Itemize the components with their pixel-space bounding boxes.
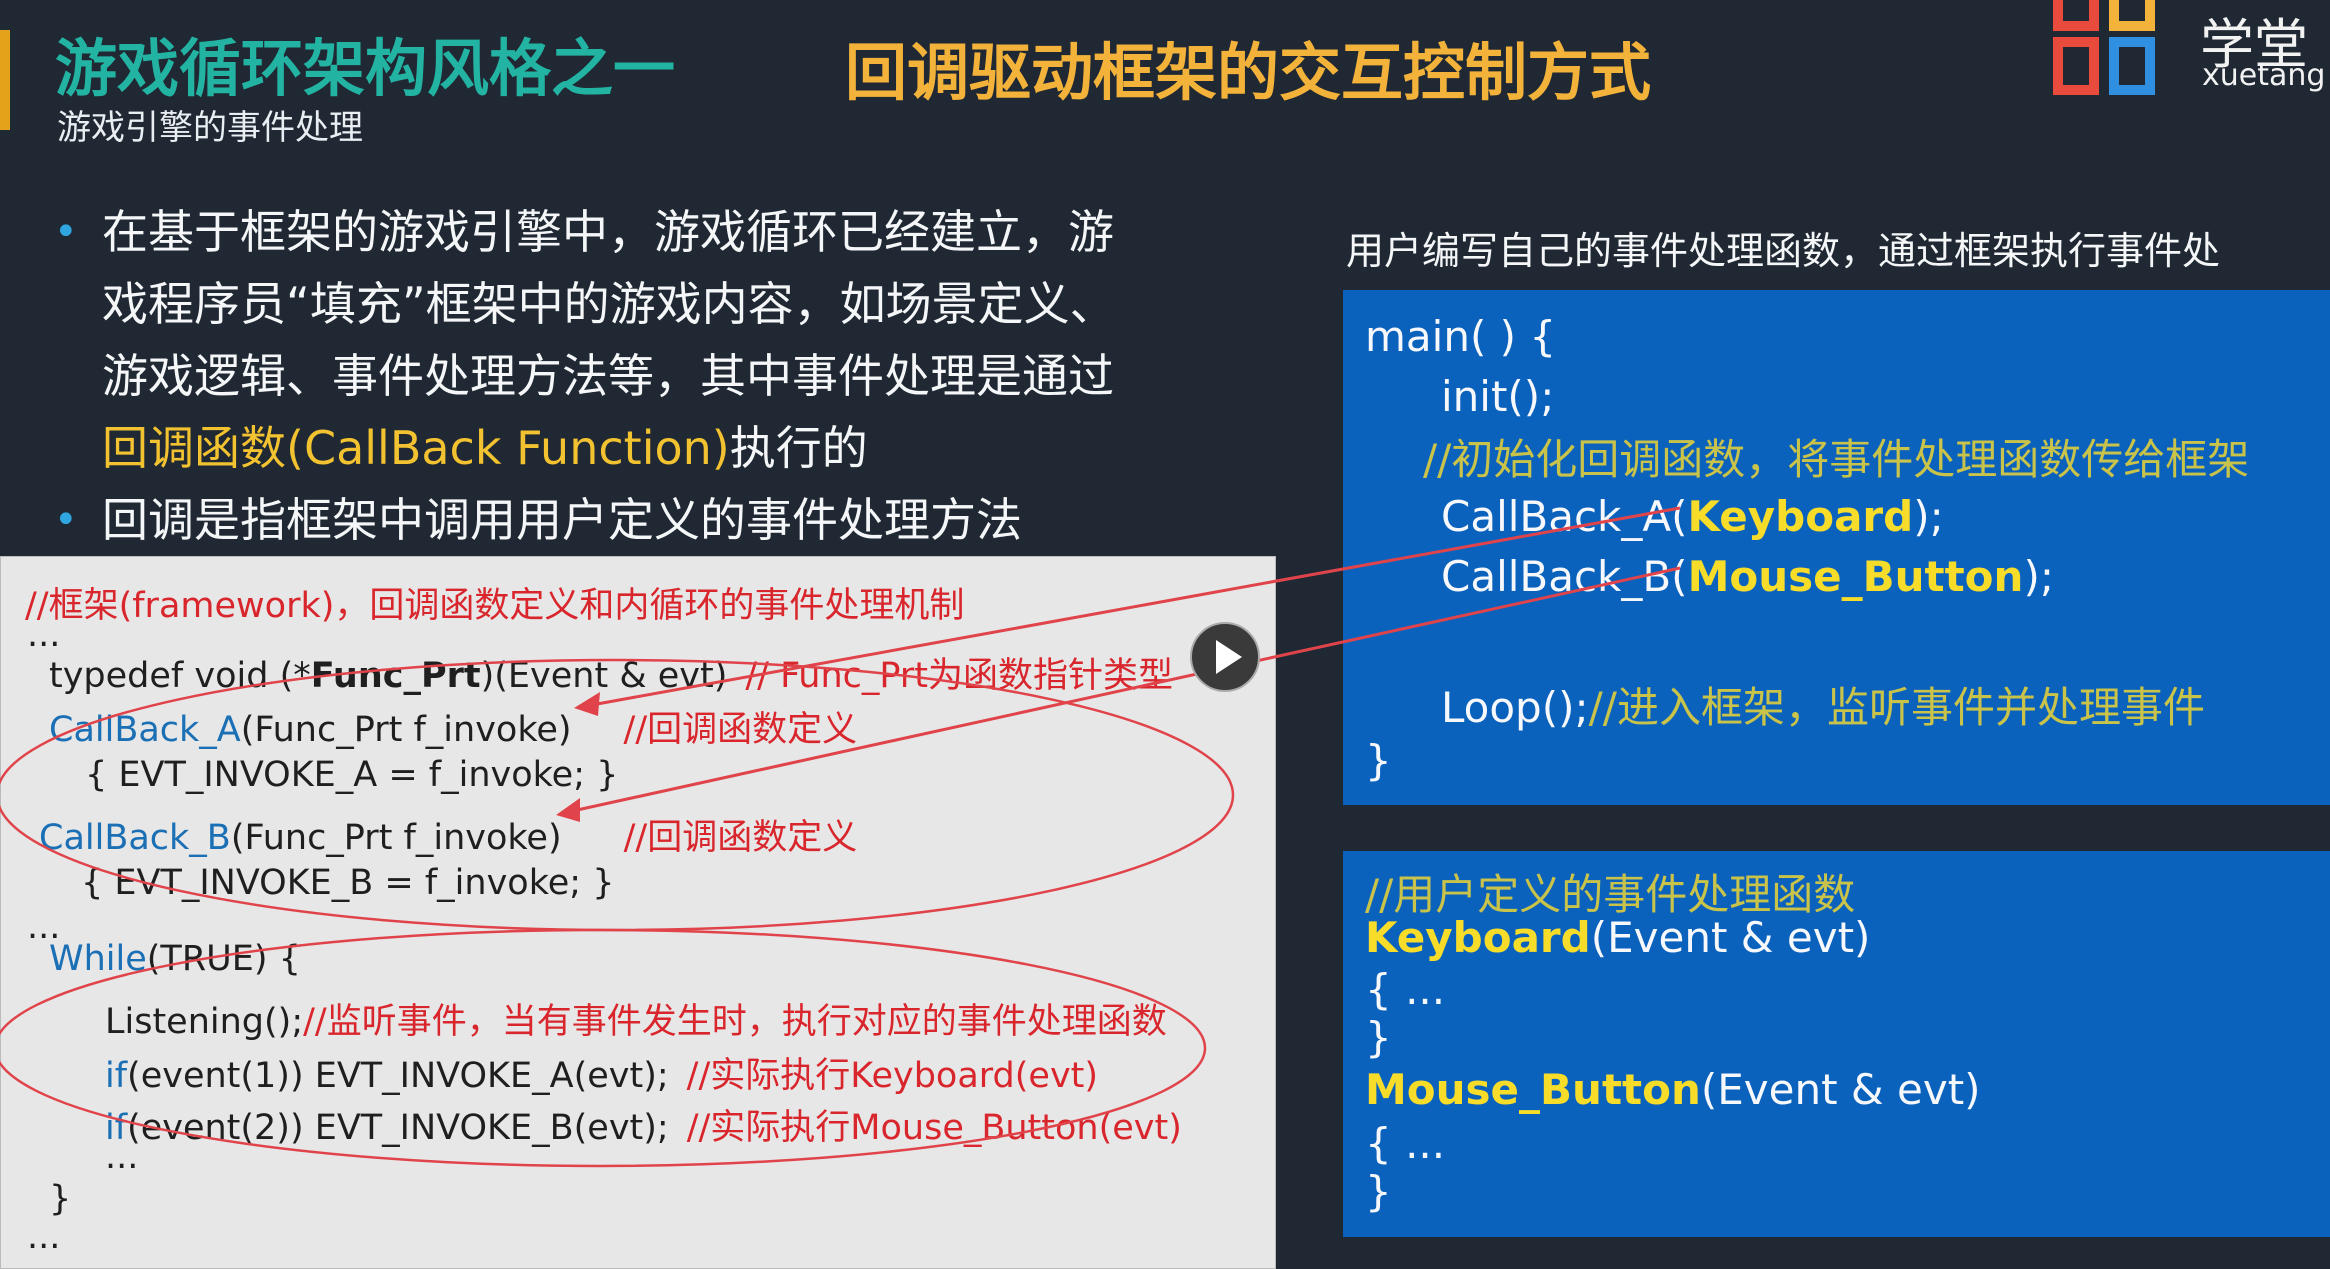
mouse-button-body-open: { ... — [1365, 1119, 1446, 1168]
code-comment: //框架(framework)，回调函数定义和内循环的事件处理机制 — [25, 586, 965, 626]
slide-title-highlight: 回调驱动框架的交互控制方式 — [845, 36, 1652, 109]
bullet-item: • 回调是指框架中调用用户定义的事件处理方法 — [50, 484, 1220, 556]
code-while: While(TRUE) { — [49, 939, 301, 979]
while-keyword: While — [49, 939, 147, 979]
mouse-button-body-close: } — [1365, 1167, 1392, 1216]
main-close-brace: } — [1365, 736, 1392, 785]
slide-title: 游戏循环架构风格之一 — [55, 32, 676, 105]
bullet-dot-icon: • — [54, 497, 78, 543]
callback-a-suffix: ); — [1913, 492, 1944, 541]
mouse-button-handler: Mouse_Button(Event & evt) — [1365, 1065, 1981, 1114]
listening-call: Listening(); — [105, 1002, 304, 1042]
play-button[interactable] — [1190, 622, 1260, 692]
callback-a-name: CallBack_A — [49, 710, 241, 750]
handlers-code-panel: //用户定义的事件处理函数 Keyboard(Event & evt) { ..… — [1343, 851, 2330, 1237]
main-signature: main( ) { — [1365, 312, 1557, 361]
bullet-text: 戏程序员“填充”框架中的游戏内容，如场景定义、 — [102, 277, 1116, 331]
keyboard-arg: Keyboard — [1687, 492, 1914, 541]
main-callback-b: CallBack_B(Mouse_Button); — [1441, 552, 2054, 601]
if2-comment: //实际执行Mouse_Button(evt) — [686, 1108, 1182, 1148]
slide-subtitle: 游戏引擎的事件处理 — [57, 108, 363, 148]
bullet-tail: 执行的 — [729, 421, 868, 475]
callback-b-suffix: ); — [2023, 552, 2054, 601]
logo-subtext: xuetang — [2202, 58, 2326, 93]
callback-b-call: CallBack_B( — [1441, 552, 1688, 601]
code-callback-b-body: { EVT_INVOKE_B = f_invoke; } — [81, 863, 615, 903]
callback-b-comment: //回调函数定义 — [623, 818, 858, 858]
code-callback-b: CallBack_B(Func_Prt f_invoke) //回调函数定义 — [39, 809, 857, 860]
typedef-name: Func_Prt — [310, 656, 481, 696]
mouse-button-name: Mouse_Button — [1365, 1065, 1701, 1114]
title-accent-bar — [0, 30, 10, 130]
code-ellipsis: ... — [27, 1217, 61, 1257]
callback-a-comment: //回调函数定义 — [623, 710, 858, 750]
loop-text: Loop(); — [1441, 683, 1589, 732]
listening-comment: //监听事件，当有事件发生时，执行对应的事件处理函数 — [303, 1002, 1167, 1042]
bullet-dot-icon: • — [54, 209, 78, 255]
typedef-suffix: )(Event & evt) — [480, 656, 728, 696]
code-close-brace: } — [49, 1179, 72, 1219]
bullet-text: 游戏逻辑、事件处理方法等，其中事件处理是通过 — [102, 349, 1114, 403]
callback-b-name: CallBack_B — [39, 818, 231, 858]
code-if-2: if(event(2)) EVT_INVOKE_B(evt);//实际执行Mou… — [105, 1099, 1182, 1150]
code-ellipsis: ... — [105, 1137, 139, 1177]
callback-highlight: 回调函数(CallBack Function) — [102, 421, 730, 475]
play-icon — [1216, 640, 1242, 674]
keyboard-args: (Event & evt) — [1590, 913, 1871, 962]
code-listening: Listening();//监听事件，当有事件发生时，执行对应的事件处理函数 — [105, 993, 1167, 1044]
init-comment: //初始化回调函数，将事件处理函数传给框架 — [1423, 435, 2250, 484]
callback-a-call: CallBack_A( — [1441, 492, 1688, 541]
init-call: init(); — [1441, 372, 1555, 421]
if1-rest: (event(1)) EVT_INVOKE_A(evt); — [127, 1056, 669, 1096]
main-code-panel: main( ) { init(); //初始化回调函数，将事件处理函数传给框架 … — [1343, 290, 2330, 805]
code-typedef: typedef void (*Func_Prt)(Event & evt) // … — [49, 647, 1173, 698]
framework-code-box: //框架(framework)，回调函数定义和内循环的事件处理机制 ... ty… — [0, 556, 1276, 1269]
if-keyword: if — [105, 1056, 128, 1096]
keyboard-handler: Keyboard(Event & evt) — [1365, 913, 1870, 962]
if1-comment: //实际执行Keyboard(evt) — [686, 1056, 1099, 1096]
bullet-item: • 在基于框架的游戏引擎中，游戏循环已经建立，游 戏程序员“填充”框架中的游戏内… — [50, 196, 1220, 484]
keyboard-body-close: } — [1365, 1013, 1392, 1062]
typedef-prefix: typedef void (* — [49, 656, 311, 696]
keyboard-body-open: { ... — [1365, 965, 1446, 1014]
while-rest: (TRUE) { — [146, 939, 301, 979]
code-if-1: if(event(1)) EVT_INVOKE_A(evt); //实际执行Key… — [105, 1047, 1098, 1098]
bullet-text: 在基于框架的游戏引擎中，游戏循环已经建立，游 — [102, 205, 1114, 259]
loop-call: Loop();//进入框架，监听事件并处理事件 — [1441, 674, 2205, 735]
bullet-text: 回调函数(CallBack Function)执行的 — [102, 412, 1220, 484]
code-callback-a-body: { EVT_INVOKE_A = f_invoke; } — [85, 755, 619, 795]
callback-b-args: (Func_Prt f_invoke) — [230, 818, 562, 858]
typedef-comment: // Func_Prt为函数指针类型 — [745, 656, 1174, 696]
callback-a-args: (Func_Prt f_invoke) — [240, 710, 572, 750]
mouse-button-args: (Event & evt) — [1700, 1065, 1981, 1114]
code-callback-a: CallBack_A(Func_Prt f_invoke) //回调函数定义 — [49, 701, 857, 752]
loop-comment: //进入框架，监听事件并处理事件 — [1588, 683, 2205, 732]
keyboard-name: Keyboard — [1365, 913, 1591, 962]
bullet-text: 回调是指框架中调用用户定义的事件处理方法 — [102, 493, 1022, 547]
bullet-list: • 在基于框架的游戏引擎中，游戏循环已经建立，游 戏程序员“填充”框架中的游戏内… — [50, 196, 1220, 556]
mouse-button-arg: Mouse_Button — [1687, 552, 2024, 601]
user-code-caption: 用户编写自己的事件处理函数，通过框架执行事件处 — [1346, 229, 2221, 273]
main-callback-a: CallBack_A(Keyboard); — [1441, 492, 1944, 541]
if2-rest: (event(2)) EVT_INVOKE_B(evt); — [127, 1108, 669, 1148]
